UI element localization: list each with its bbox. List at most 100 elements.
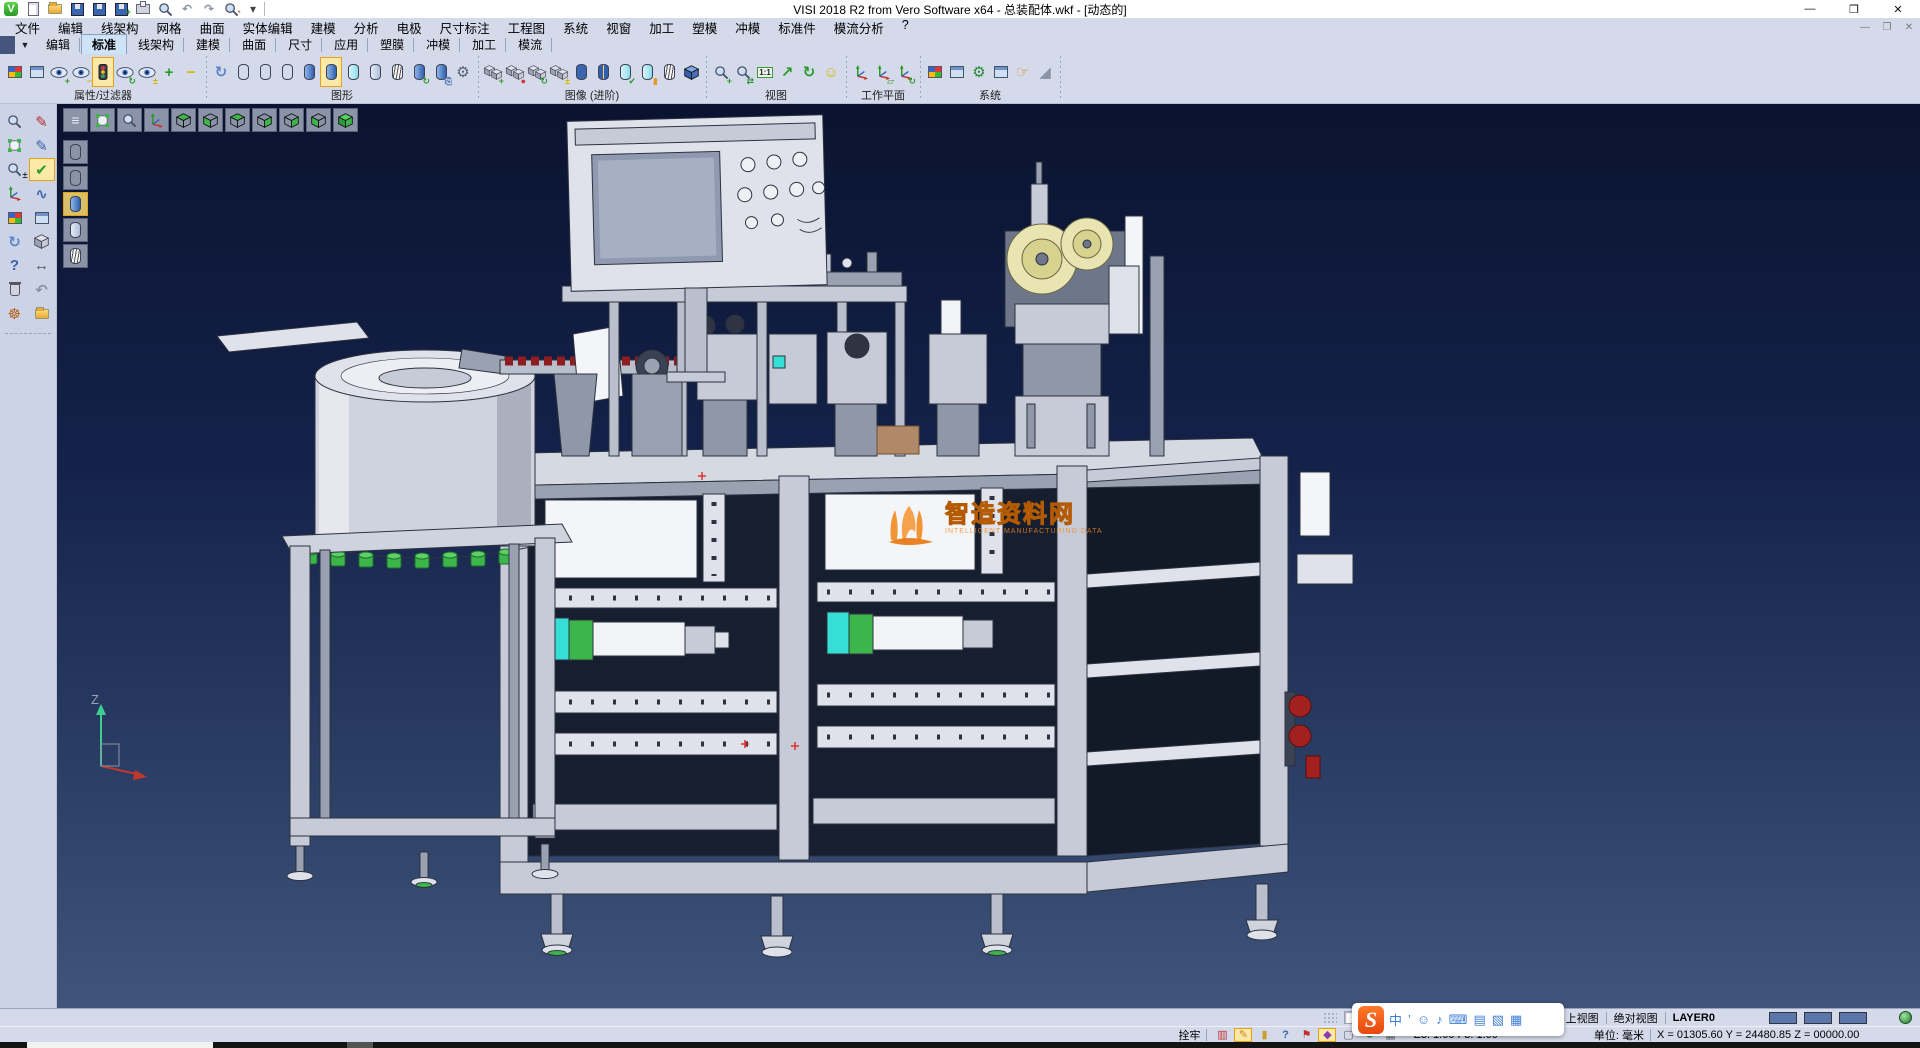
ribbon-tab-冲模[interactable]: 冲模 <box>415 34 461 54</box>
hide-all-icon[interactable]: − <box>180 57 202 87</box>
selection-frame-icon[interactable] <box>2 134 28 157</box>
zoom-region-icon[interactable] <box>2 110 28 133</box>
menu-冲模[interactable]: 冲模 <box>726 18 769 37</box>
spline-edit-icon[interactable]: ✎ <box>29 134 55 157</box>
snap-settings-icon[interactable]: ☞ <box>1012 57 1034 87</box>
shaded-edges-display-icon[interactable] <box>320 57 342 87</box>
visi-logo[interactable]: V <box>2 1 20 17</box>
ime-mode-icon[interactable]: 中 <box>1389 1010 1402 1029</box>
strip-hidden-icon[interactable] <box>63 166 88 190</box>
ribbon-tab-模流[interactable]: 模流 <box>507 34 553 54</box>
layer-indicator[interactable]: LAYER0 <box>1673 1012 1715 1024</box>
status-notebook-icon[interactable]: ▥ <box>1213 1028 1231 1042</box>
menu-塑模[interactable]: 塑模 <box>683 18 726 37</box>
document-restore-button[interactable]: ❐ <box>1876 19 1898 35</box>
machine-cabinet[interactable] <box>475 438 1353 894</box>
regen-solid-icon[interactable]: ↻ <box>408 57 430 87</box>
validate-solid-icon[interactable]: ✔ <box>614 57 636 87</box>
color-swatch-3[interactable] <box>1839 1012 1867 1024</box>
clipboard-folder-icon[interactable] <box>29 302 55 325</box>
window-close-button[interactable]: ✕ <box>1876 0 1920 18</box>
view-orientation-icon[interactable]: ☺ <box>820 57 842 87</box>
ime-person-icon[interactable]: ▤ <box>1473 1012 1485 1028</box>
hide-entities-icon[interactable]: − <box>70 57 92 87</box>
view-left-icon[interactable] <box>252 108 277 132</box>
hatched-display-icon[interactable] <box>386 57 408 87</box>
viewport-3d-model[interactable]: Z <box>57 104 1920 1008</box>
system-settings-icon[interactable]: ⚙ <box>968 57 990 87</box>
regen-icon[interactable]: ↻ <box>2 230 28 253</box>
absolute-view-label[interactable]: 绝对视图 <box>1614 1010 1658 1026</box>
sogou-logo-icon[interactable]: S <box>1358 1006 1384 1034</box>
shaded-display-icon[interactable] <box>298 57 320 87</box>
layer-palette-icon[interactable] <box>2 206 28 229</box>
undo-icon[interactable]: ↶ <box>178 1 196 17</box>
status-help-icon[interactable]: ? <box>1276 1028 1294 1042</box>
delete-icon[interactable] <box>2 278 28 301</box>
status-pin-icon[interactable]: ⚑ <box>1297 1028 1315 1042</box>
print-icon[interactable] <box>134 1 152 17</box>
add-to-scene-icon[interactable]: + <box>482 57 504 87</box>
customize-quick-access-icon[interactable]: ▾ <box>244 1 262 17</box>
view-front-icon[interactable] <box>306 108 331 132</box>
viewport-3d[interactable]: Z ≡ <box>57 104 1920 1008</box>
view-bottom-icon[interactable] <box>198 108 223 132</box>
edit-entity-icon[interactable]: ✎ <box>29 110 55 133</box>
curve-tools-icon[interactable]: ∿ <box>29 182 55 205</box>
pan-view-icon[interactable]: ↗ <box>776 57 798 87</box>
ribbon-tab-尺寸[interactable]: 尺寸 <box>277 34 323 54</box>
ribbon-tab-塑膜[interactable]: 塑膜 <box>369 34 415 54</box>
rotate-view-icon[interactable]: ↻ <box>798 57 820 87</box>
toggle-visibility-icon[interactable]: ± <box>136 57 158 87</box>
measure-icon[interactable]: ↔ <box>29 254 55 277</box>
view-menu-icon[interactable]: ≡ <box>63 108 88 132</box>
valve-assembly[interactable] <box>1285 692 1320 778</box>
window-options-icon[interactable] <box>990 57 1012 87</box>
striped-view-icon[interactable] <box>592 57 614 87</box>
zoom-window-icon[interactable]: + <box>710 57 732 87</box>
refresh-visibility-icon[interactable]: ↻ <box>114 57 136 87</box>
window-blue-icon[interactable] <box>29 206 55 229</box>
window-restore-button[interactable]: ❐ <box>1832 0 1876 18</box>
window-minimize-button[interactable]: — <box>1788 0 1832 18</box>
menu-模流分析[interactable]: 模流分析 <box>825 18 893 37</box>
strip-wireframe-icon[interactable] <box>63 140 88 164</box>
ribbon-tab-编辑[interactable]: 编辑 <box>35 34 81 54</box>
solid-box-icon[interactable] <box>29 230 55 253</box>
system-palette-icon[interactable] <box>946 57 968 87</box>
recent-files-icon[interactable]: ◔ <box>222 1 240 17</box>
hatch-solid-icon[interactable] <box>658 57 680 87</box>
attribute-painter-icon[interactable] <box>4 57 26 87</box>
save-as-icon[interactable] <box>90 1 108 17</box>
document-minimize-button[interactable]: — <box>1854 19 1876 35</box>
color-swatch-1[interactable] <box>1769 1012 1797 1024</box>
strip-hatched-icon[interactable] <box>63 244 88 268</box>
ribbon-tab-加工[interactable]: 加工 <box>461 34 507 54</box>
status-gem-icon[interactable]: ◆ <box>1318 1028 1336 1042</box>
bowl-feeder[interactable] <box>217 322 572 888</box>
ime-keyboard-icon[interactable]: ⌨ <box>1449 1012 1468 1028</box>
view-zoom-icon[interactable] <box>117 108 142 132</box>
color-swatch-2[interactable] <box>1804 1012 1832 1024</box>
lock-toggle[interactable]: 拴牢 <box>1178 1027 1200 1043</box>
strip-shaded-icon[interactable] <box>63 192 88 216</box>
undo-left-icon[interactable]: ↶ <box>29 278 55 301</box>
print-preview-icon[interactable] <box>156 1 174 17</box>
online-status-globe-icon[interactable] <box>1899 1011 1912 1024</box>
save-all-icon[interactable]: + <box>112 1 130 17</box>
redo-icon[interactable]: ↷ <box>200 1 218 17</box>
hidden-line-display-icon[interactable] <box>254 57 276 87</box>
ime-skin-icon[interactable]: ▧ <box>1492 1012 1504 1028</box>
ribbon-tab-线架构[interactable]: 线架构 <box>127 34 185 54</box>
document-close-button[interactable]: ✕ <box>1898 19 1920 35</box>
press-unit[interactable] <box>1005 162 1143 456</box>
view-shaded-icon[interactable] <box>333 108 358 132</box>
workplane-align-icon[interactable]: ▱ <box>872 57 894 87</box>
ribbon-tab-建模[interactable]: 建模 <box>185 34 231 54</box>
menu-视窗[interactable]: 视窗 <box>597 18 640 37</box>
view-right-icon[interactable] <box>279 108 304 132</box>
scene-manager-icon[interactable]: ● <box>504 57 526 87</box>
ribbon-tab-曲面[interactable]: 曲面 <box>231 34 277 54</box>
wcs-move-icon[interactable] <box>2 182 28 205</box>
copy-display-icon[interactable]: ⎘ <box>430 57 452 87</box>
